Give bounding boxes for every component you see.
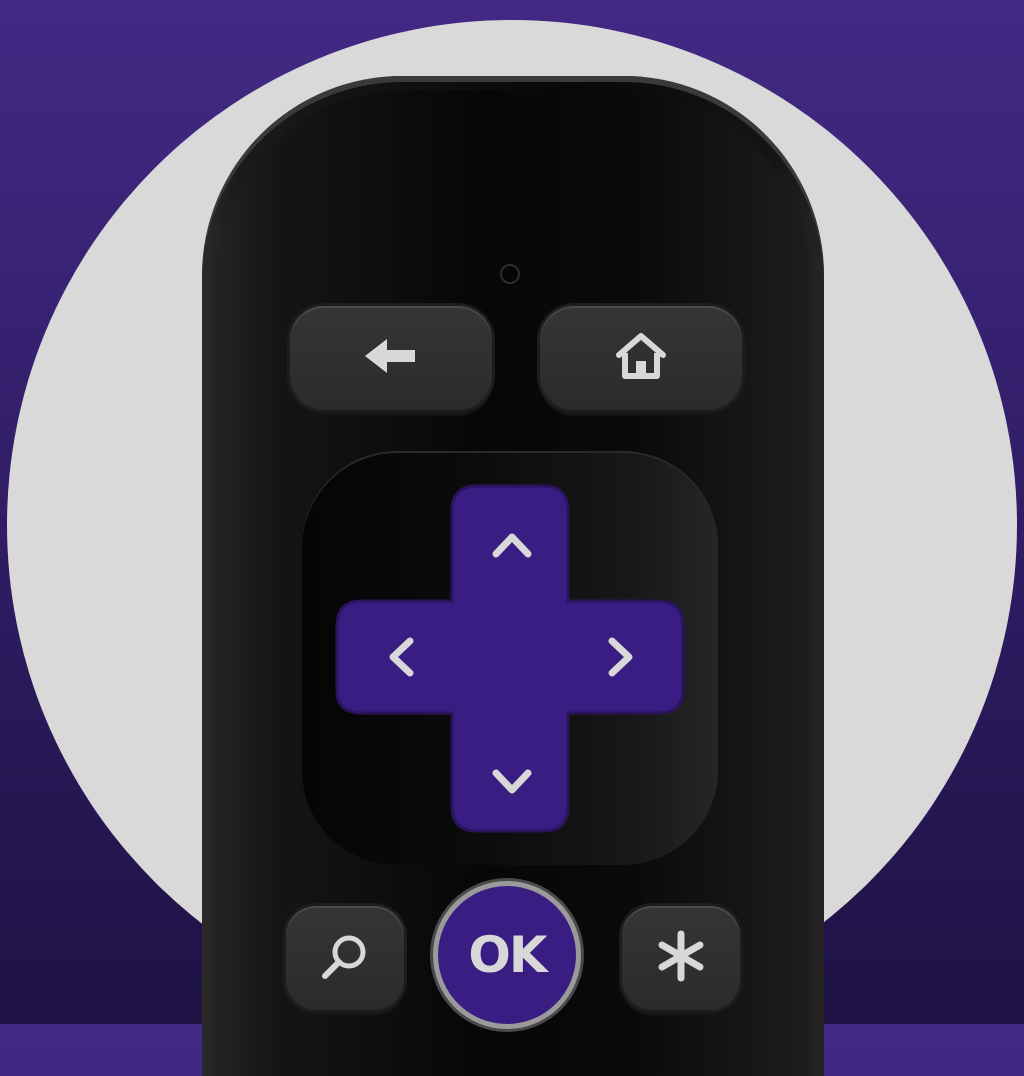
asterisk-icon [653, 928, 709, 988]
options-button[interactable] [622, 906, 740, 1010]
ir-sensor [500, 264, 520, 284]
dpad-right-button[interactable] [568, 601, 683, 713]
dpad-up-button[interactable] [452, 486, 568, 601]
remote-control: OK [202, 76, 824, 1076]
search-icon [317, 928, 373, 988]
ok-button[interactable]: OK [438, 886, 576, 1024]
arrow-left-icon [361, 331, 421, 385]
dpad-left-button[interactable] [337, 601, 452, 713]
home-button[interactable] [540, 306, 742, 410]
search-button[interactable] [286, 906, 404, 1010]
dpad-down-button[interactable] [452, 713, 568, 831]
dpad-well [302, 451, 718, 865]
back-button[interactable] [290, 306, 492, 410]
ok-label: OK [468, 926, 547, 984]
home-icon [613, 331, 669, 385]
